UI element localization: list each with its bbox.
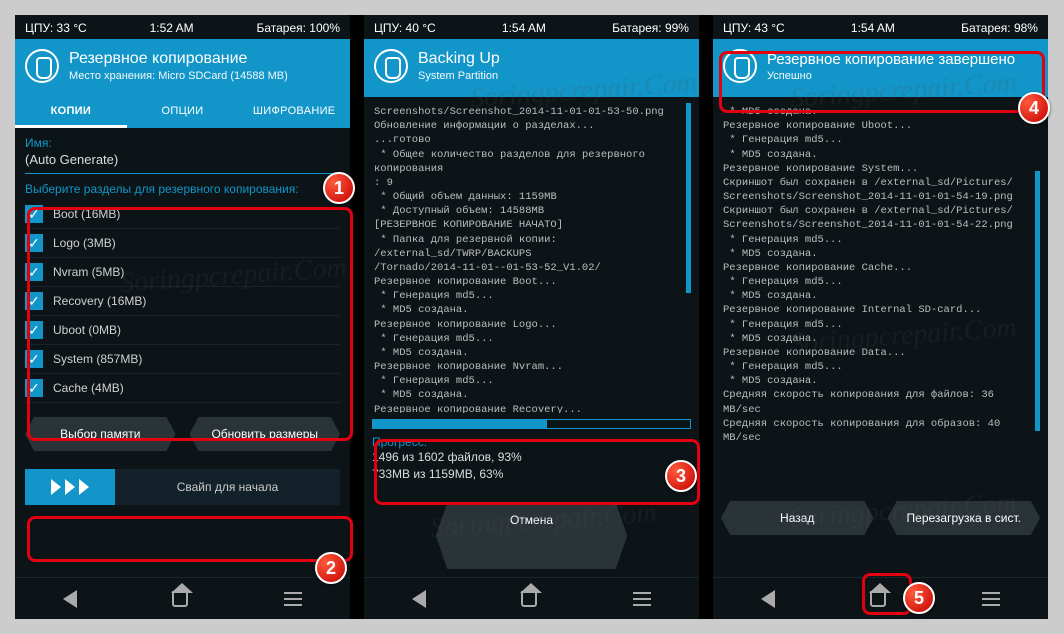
progress-bar xyxy=(372,419,691,429)
swipe-label: Свайп для начала xyxy=(115,480,340,494)
header: Backing Up System Partition xyxy=(364,39,699,97)
progress-fill xyxy=(373,420,547,428)
tab-encryption[interactable]: ШИФРОВАНИЕ xyxy=(238,97,350,128)
progress-size: 733MB из 1159MB, 63% xyxy=(372,466,691,483)
scrollbar[interactable] xyxy=(686,103,691,293)
nav-back-icon[interactable] xyxy=(412,590,426,608)
header: Резервное копирование завершено Успешно xyxy=(713,39,1048,97)
nav-menu-icon[interactable] xyxy=(982,598,1000,600)
status-bar: ЦПУ: 43 °C 1:54 AM Батарея: 98% xyxy=(713,15,1048,39)
select-partitions-label: Выберите разделы для резервного копирова… xyxy=(25,182,340,196)
screen-backup-progress: ЦПУ: 40 °C 1:54 AM Батарея: 99% Backing … xyxy=(364,15,699,619)
partition-list: ✓Boot (16MB) ✓Logo (3MB) ✓Nvram (5МB) ✓R… xyxy=(25,200,340,403)
clock: 1:52 AM xyxy=(150,21,194,35)
nav-home-icon[interactable] xyxy=(172,591,188,607)
status-bar: ЦПУ: 33 °C 1:52 AM Батарея: 100% xyxy=(15,15,350,39)
partition-item[interactable]: ✓System (857MB) xyxy=(25,345,340,374)
checkbox-icon[interactable]: ✓ xyxy=(25,321,43,339)
status-bar: ЦПУ: 40 °C 1:54 AM Батарея: 99% xyxy=(364,15,699,39)
partition-item[interactable]: ✓Uboot (0MB) xyxy=(25,316,340,345)
partition-item[interactable]: ✓Boot (16MB) xyxy=(25,200,340,229)
console-log: * MD5 создана. Резервное копирование Ubo… xyxy=(721,101,1040,441)
progress-section: Прогресс: 1496 из 1602 файлов, 93% 733MB… xyxy=(372,419,691,483)
progress-files: 1496 из 1602 файлов, 93% xyxy=(372,449,691,466)
reboot-system-button[interactable]: Перезагрузка в сист. xyxy=(888,501,1041,535)
name-label: Имя: xyxy=(25,136,340,150)
nav-bar xyxy=(713,577,1048,619)
partition-item[interactable]: ✓Logo (3MB) xyxy=(25,229,340,258)
cancel-button[interactable]: Отмена xyxy=(436,503,627,569)
nav-bar xyxy=(364,577,699,619)
partition-item[interactable]: ✓Nvram (5МB) xyxy=(25,258,340,287)
screen-backup-complete: ЦПУ: 43 °C 1:54 AM Батарея: 98% Резервно… xyxy=(713,15,1048,619)
checkbox-icon[interactable]: ✓ xyxy=(25,350,43,368)
nav-home-icon[interactable] xyxy=(521,591,537,607)
checkbox-icon[interactable]: ✓ xyxy=(25,234,43,252)
chevron-right-icon xyxy=(51,479,61,495)
twrp-logo-icon xyxy=(723,49,757,83)
header: Резервное копирование Место хранения: Mi… xyxy=(15,39,350,97)
tab-copies[interactable]: КОПИИ xyxy=(15,97,127,128)
header-subtitle: Место хранения: Micro SDCard (14588 MB) xyxy=(69,70,288,82)
checkbox-icon[interactable]: ✓ xyxy=(25,205,43,223)
name-field[interactable]: (Auto Generate) xyxy=(25,152,340,174)
tabs: КОПИИ ОПЦИИ ШИФРОВАНИЕ xyxy=(15,97,350,128)
swipe-handle[interactable] xyxy=(25,469,115,505)
swipe-to-start[interactable]: Свайп для начала xyxy=(25,469,340,505)
header-subtitle: System Partition xyxy=(418,70,500,82)
checkbox-icon[interactable]: ✓ xyxy=(25,263,43,281)
clock: 1:54 AM xyxy=(851,21,895,35)
nav-menu-icon[interactable] xyxy=(284,598,302,600)
nav-back-icon[interactable] xyxy=(63,590,77,608)
select-storage-button[interactable]: Выбор памяти xyxy=(25,417,176,451)
partition-item[interactable]: ✓Recovery (16MB) xyxy=(25,287,340,316)
nav-home-icon[interactable] xyxy=(870,591,886,607)
scrollbar[interactable] xyxy=(1035,171,1040,431)
nav-bar xyxy=(15,577,350,619)
header-title: Резервное копирование xyxy=(69,50,288,68)
twrp-logo-icon xyxy=(374,49,408,83)
header-title: Backing Up xyxy=(418,50,500,68)
header-subtitle: Успешно xyxy=(767,70,1015,82)
twrp-logo-icon xyxy=(25,49,59,83)
chevron-right-icon xyxy=(65,479,75,495)
cpu-temp: ЦПУ: 40 °C xyxy=(374,21,436,35)
battery: Батарея: 100% xyxy=(256,21,340,35)
partition-item[interactable]: ✓Cache (4MB) xyxy=(25,374,340,403)
tab-options[interactable]: ОПЦИИ xyxy=(127,97,239,128)
refresh-sizes-button[interactable]: Обновить размеры xyxy=(190,417,341,451)
battery: Батарея: 98% xyxy=(961,21,1038,35)
screen-backup-select: ЦПУ: 33 °C 1:52 AM Батарея: 100% Резервн… xyxy=(15,15,350,619)
checkbox-icon[interactable]: ✓ xyxy=(25,379,43,397)
nav-back-icon[interactable] xyxy=(761,590,775,608)
progress-label: Прогресс: xyxy=(372,435,691,449)
nav-menu-icon[interactable] xyxy=(633,598,651,600)
cpu-temp: ЦПУ: 43 °C xyxy=(723,21,785,35)
back-button[interactable]: Назад xyxy=(721,501,874,535)
clock: 1:54 AM xyxy=(502,21,546,35)
checkbox-icon[interactable]: ✓ xyxy=(25,292,43,310)
header-title: Резервное копирование завершено xyxy=(767,51,1015,68)
console-log: Screenshots/Screenshot_2014-11-01-01-53-… xyxy=(372,101,691,413)
battery: Батарея: 99% xyxy=(612,21,689,35)
chevron-right-icon xyxy=(79,479,89,495)
cpu-temp: ЦПУ: 33 °C xyxy=(25,21,87,35)
